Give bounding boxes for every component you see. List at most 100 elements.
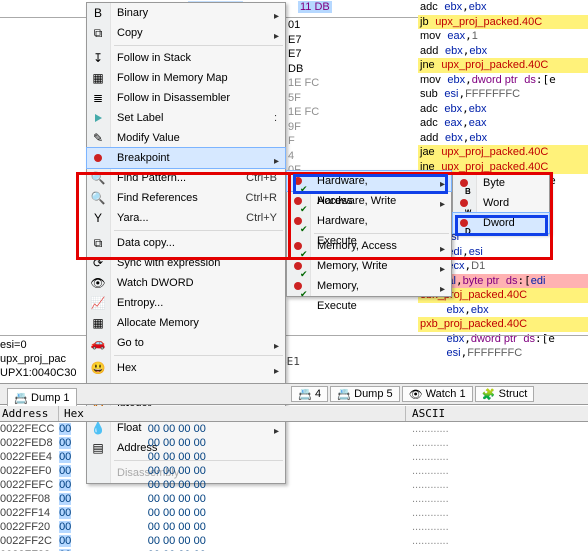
col-address: Address (2, 407, 48, 420)
hex-dump[interactable]: 0022FECC 00 00 00 00 00............0022F… (0, 422, 588, 551)
mem-exec-item[interactable]: ✔Memory, Execute▸ (287, 276, 451, 296)
breakpoint-item[interactable]: Breakpoint▸ (87, 148, 285, 168)
shortcut-label: : (274, 108, 277, 128)
asm-line[interactable]: ebx,ebx (418, 303, 588, 318)
asm-line[interactable]: mov eax,1 (418, 29, 588, 44)
copy-item[interactable]: ⧉Copy▸ (87, 23, 285, 43)
tab-struct[interactable]: 🧩Struct (475, 386, 535, 402)
pattern-icon: 🔍 (90, 170, 106, 186)
size-submenu[interactable]: BBytewWord D Dword (452, 172, 550, 234)
menu-item-label: Word (483, 197, 509, 209)
yara-icon: Y (90, 210, 106, 226)
hw-write-item[interactable]: ✔Hardware, Write▸ (287, 191, 451, 211)
menu-item-label: Breakpoint (117, 152, 170, 164)
hex-icon: 😃 (90, 360, 106, 376)
hex-row[interactable]: 0022FF20 00 00 00 00 00............ (0, 520, 588, 534)
hex-row[interactable]: 0022FF2C 00 00 00 00 00............ (0, 534, 588, 548)
hex-row[interactable]: 0022FEFC 00 00 00 00 00............ (0, 478, 588, 492)
shortcut-label: Ctrl+Y (246, 208, 277, 228)
goto-icon: 🚗 (90, 335, 106, 351)
asm-line[interactable]: adc ebx,ebx (418, 102, 588, 117)
asm-line[interactable]: jae upx_proj_packed.40C (418, 145, 588, 160)
yara-item[interactable]: YYara...Ctrl+Y (87, 208, 285, 228)
hw-exec-item[interactable]: ✔Hardware, Execute (287, 211, 451, 231)
menu-item-label: Follow in Disassembler (117, 92, 230, 104)
mmap-item[interactable]: ▦Follow in Memory Map (87, 68, 285, 88)
tab-4[interactable]: 📇4 (291, 386, 328, 402)
goto-item[interactable]: 🚗Go to▸ (87, 333, 285, 353)
datacopy-item[interactable]: ⧉Data copy... (87, 233, 285, 253)
asm-line[interactable]: jne upx_proj_packed.40C (418, 58, 588, 73)
pattern-item[interactable]: 🔍Find Pattern...Ctrl+B (87, 168, 285, 188)
hex-item[interactable]: 😃Hex▸ (87, 358, 285, 378)
disasm-item[interactable]: ≣Follow in Disassembler (87, 88, 285, 108)
asm-line[interactable]: mov ebx,dword ptr ds:[e (418, 73, 588, 88)
menu-item-label: Byte (483, 177, 505, 189)
tab-dump-5[interactable]: 📇Dump 5 (330, 386, 400, 402)
tab-label: 4 (315, 388, 321, 400)
struct-icon: 🧩 (482, 387, 496, 401)
hex-row[interactable]: 0022FEF0 00 00 00 00 00............ (0, 464, 588, 478)
asm-line[interactable]: pxb_proj_packed.40C (418, 317, 588, 332)
menu-item-label: Find References (117, 192, 198, 204)
refs-item[interactable]: 🔍Find ReferencesCtrl+R (87, 188, 285, 208)
breakpoint-submenu[interactable]: ✔Hardware, Access▸✔Hardware, Write▸✔Hard… (286, 170, 452, 297)
label-icon (90, 110, 106, 126)
hex-row[interactable]: 0022FF14 00 00 00 00 00............ (0, 506, 588, 520)
alloc-icon: ▦ (90, 315, 106, 331)
mem-write-icon: ✔ (290, 258, 306, 274)
mem-access-item[interactable]: ✔Memory, Access▸ (287, 236, 451, 256)
alloc-item[interactable]: ▦Allocate Memory (87, 313, 285, 333)
menu-item-label: Hex (117, 362, 137, 374)
menu-item-label: Watch DWORD (117, 277, 194, 289)
hw-access-item[interactable]: ✔Hardware, Access▸ (287, 171, 451, 191)
watch-tab-icon: 👁 (409, 387, 423, 401)
mem-write-item[interactable]: ✔Memory, Write▸ (287, 256, 451, 276)
hex-row[interactable]: 0022FECC 00 00 00 00 00............ (0, 422, 588, 436)
asm-line[interactable]: jb upx_proj_packed.40C (418, 15, 588, 30)
word-item[interactable]: wWord (453, 193, 549, 213)
datacopy-icon: ⧉ (90, 235, 106, 251)
hw-write-icon: ✔ (290, 193, 306, 209)
asm-line[interactable]: add ebx,ebx (418, 131, 588, 146)
asm-line[interactable]: ebx,dword ptr ds:[e (418, 332, 588, 347)
hw-access-icon: ✔ (290, 173, 306, 189)
current-bytes: 11 DB (298, 1, 332, 13)
tab-watch-1[interactable]: 👁Watch 1 (402, 386, 473, 402)
dump-tabs[interactable]: 📇Dump 1📇4📇Dump 5👁Watch 1🧩Struct (0, 383, 588, 405)
asm-line[interactable]: sub esi,FFFFFFFC (418, 87, 588, 102)
sync-item[interactable]: ⟳Sync with expression (87, 253, 285, 273)
menu-item-label: Binary (117, 7, 148, 19)
menu-item-label: Sync with expression (117, 257, 220, 269)
dword-item[interactable]: D Dword (453, 213, 549, 233)
hex-row[interactable]: 0022FED8 00 00 00 00 00............ (0, 436, 588, 450)
asm-line[interactable]: esi,FFFFFFFC (418, 346, 588, 361)
dump-icon: 📇 (337, 387, 351, 401)
byte-item[interactable]: BByte (453, 173, 549, 193)
asm-line[interactable]: adc eax,eax (418, 116, 588, 131)
label-item[interactable]: Set Label: (87, 108, 285, 128)
menu-item-label: Copy (117, 27, 143, 39)
dump-icon: 📇 (14, 391, 28, 405)
entropy-item[interactable]: 📈Entropy... (87, 293, 285, 313)
menu-item-label: Memory, Write (317, 260, 388, 272)
watch-item[interactable]: 👁 Watch DWORD (87, 273, 285, 293)
modify-item[interactable]: ✎Modify Value (87, 128, 285, 148)
asm-line[interactable]: adc ebx,ebx (418, 0, 588, 15)
watch-icon: 👁 (90, 275, 106, 291)
binary-item[interactable]: BBinary▸ (87, 3, 285, 23)
menu-item-label: Set Label (117, 112, 163, 124)
menu-item-label: Memory, Execute (317, 280, 359, 312)
tab-dump-1[interactable]: 📇Dump 1 (7, 388, 77, 408)
hex-row[interactable]: 0022FEE4 00 00 00 00 00............ (0, 450, 588, 464)
asm-line[interactable]: add ebx,ebx (418, 44, 588, 59)
register-info: esi=0 upx_proj_pac UPX1:0040C30 (0, 338, 76, 380)
stack-item[interactable]: ↧Follow in Stack (87, 48, 285, 68)
shortcut-label: Ctrl+R (246, 188, 277, 208)
col-hex: Hex (64, 407, 84, 420)
mem-access-icon: ✔ (290, 238, 306, 254)
mem-exec-icon: ✔ (290, 278, 306, 294)
hex-row[interactable]: 0022FF08 00 00 00 00 00............ (0, 492, 588, 506)
menu-item-label: Dword (483, 217, 515, 229)
dword-icon: D (456, 215, 472, 231)
